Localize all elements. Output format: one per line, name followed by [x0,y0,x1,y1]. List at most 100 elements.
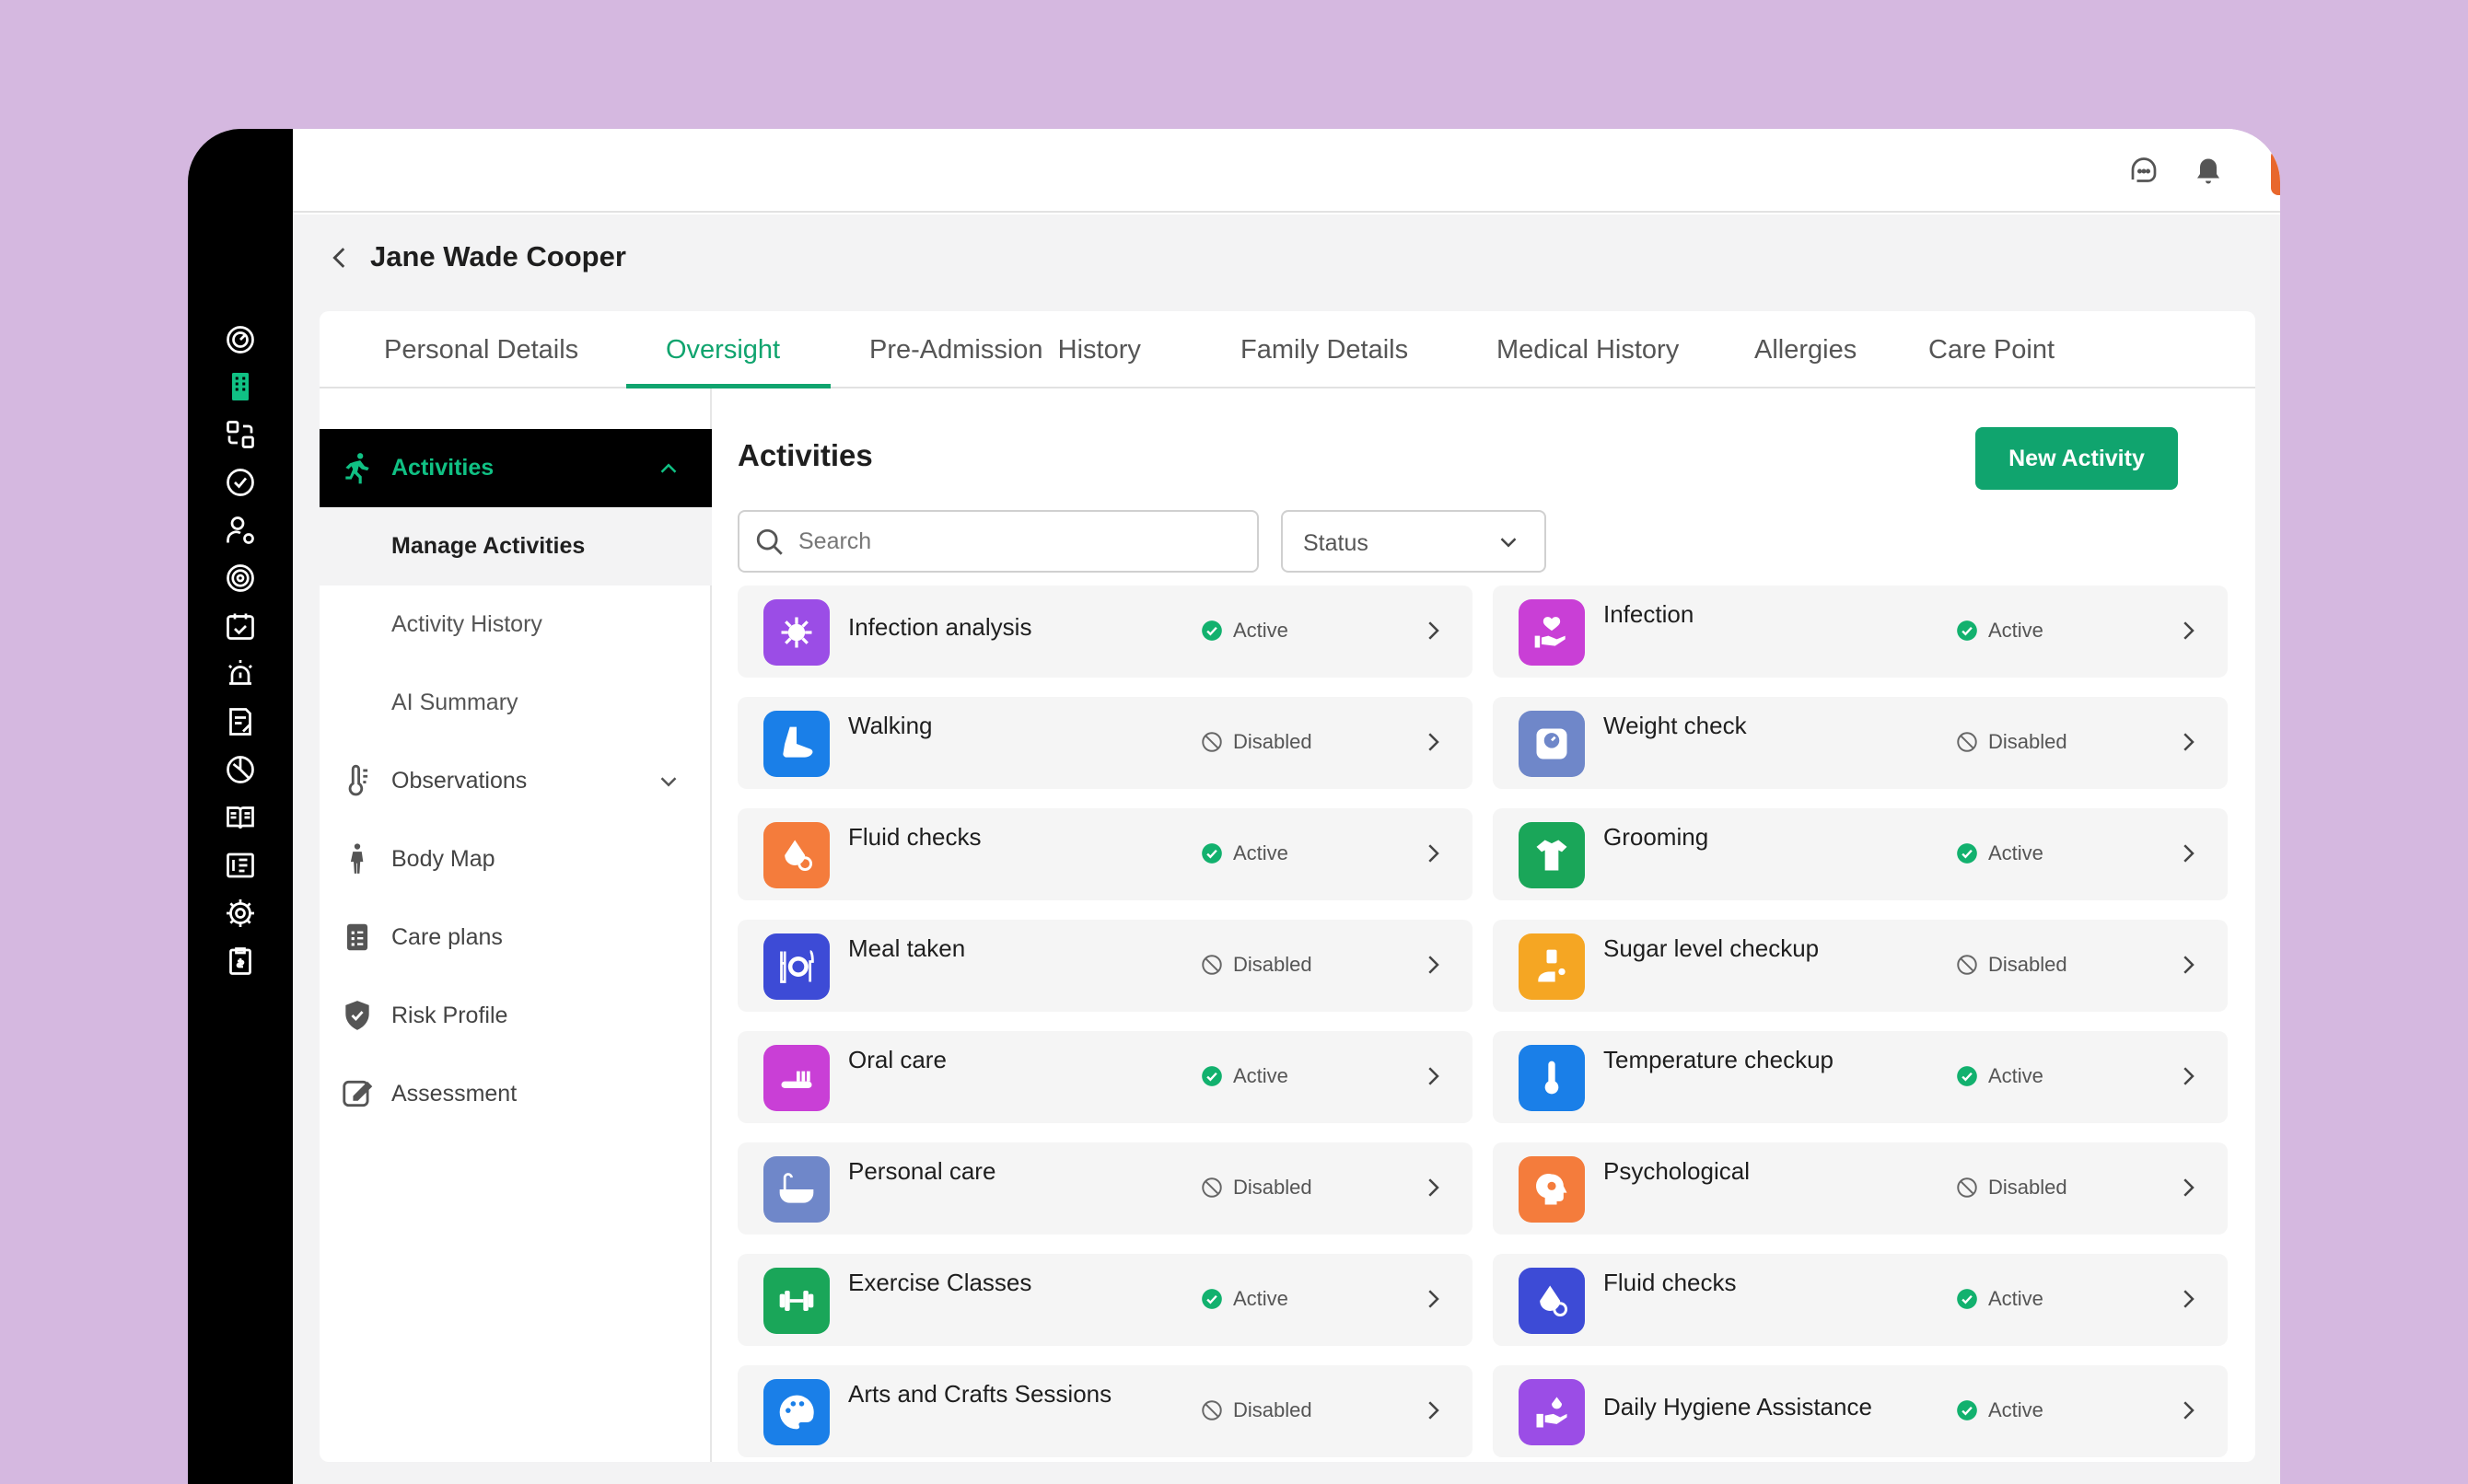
bell-icon[interactable] [2188,151,2229,191]
activity-card[interactable]: Exercise Classes Active [738,1254,1473,1346]
tab-allergies[interactable]: Allergies [1754,311,1857,388]
activity-card[interactable]: Personal care Disabled [738,1142,1473,1235]
chevron-down-icon[interactable] [655,768,682,795]
running-icon [345,453,369,484]
activity-card[interactable]: Sugar level checkup Disabled [1493,920,2228,1012]
activity-icon-tile [1519,599,1585,666]
subnav-item-label: Risk Profile [391,1003,508,1028]
activity-card[interactable]: Meal taken Disabled [738,920,1473,1012]
building-icon[interactable] [188,359,293,414]
chevron-right-icon[interactable] [1419,840,1447,867]
chevron-right-icon[interactable] [2174,840,2202,867]
transfer-icon[interactable] [188,407,293,462]
status-text: Active [1988,1064,2043,1087]
subnav-activities[interactable]: Activities [320,429,712,507]
new-activity-button[interactable]: New Activity [1975,427,2178,490]
palette-icon [779,1395,814,1430]
chevron-down-icon [1500,538,1517,548]
check-circle-icon[interactable] [188,455,293,510]
user-settings-icon[interactable] [188,503,293,558]
tab-personal-details[interactable]: Personal Details [384,311,578,388]
body-icon [350,843,364,874]
ban-icon [1957,732,1977,752]
search-input[interactable] [798,521,1240,562]
activity-card[interactable]: Infection analysis Active [738,585,1473,678]
notes-icon[interactable] [188,694,293,749]
chevron-right-icon[interactable] [1419,1174,1447,1201]
chevron-right-icon[interactable] [2174,1174,2202,1201]
activity-name: Fluid checks [848,823,982,851]
plate-icon [780,950,814,983]
status-badge: Active [1200,1064,1288,1088]
tab-oversight[interactable]: Oversight [666,311,780,388]
book-icon[interactable] [188,790,293,845]
activity-card[interactable]: Fluid checks Active [1493,1254,2228,1346]
chevron-right-icon[interactable] [1419,1285,1447,1313]
subnav-observations[interactable]: Observations [320,742,712,820]
subnav-item-label: Body Map [391,846,495,872]
activity-name: Weight check [1603,712,1747,739]
chevron-right-icon[interactable] [2174,1285,2202,1313]
activity-card[interactable]: Grooming Active [1493,808,2228,900]
shield-icon [345,1001,369,1030]
chevron-right-icon[interactable] [1419,951,1447,979]
ban-icon [1202,732,1222,752]
activity-icon-tile [763,1156,830,1223]
foot-icon [783,726,813,758]
tab-medical-history[interactable]: Medical History [1496,311,1679,388]
chevron-right-icon[interactable] [2174,1397,2202,1424]
chat-icon[interactable] [2124,151,2164,191]
subnav-ai-summary[interactable]: AI Summary [320,664,712,742]
activity-icon-tile [763,1379,830,1445]
subnav-manage-activities[interactable]: Manage Activities [320,507,712,585]
activity-card[interactable]: Weight check Disabled [1493,697,2228,789]
alarm-icon[interactable] [188,646,293,701]
chevron-right-icon[interactable] [1419,728,1447,756]
activity-card[interactable]: Fluid checks Active [738,808,1473,900]
gear-icon[interactable] [188,886,293,941]
chevron-right-icon[interactable] [2174,951,2202,979]
subnav-activity-history[interactable]: Activity History [320,585,712,664]
activity-card[interactable]: Psychological Disabled [1493,1142,2228,1235]
tab-family-details[interactable]: Family Details [1240,311,1408,388]
calendar-check-icon[interactable] [188,598,293,654]
subnav-body-map[interactable]: Body Map [320,820,712,899]
status-badge: Disabled [1955,1176,2067,1200]
chevron-right-icon[interactable] [2174,617,2202,644]
edit-icon [343,1080,373,1107]
subnav-item-label: Assessment [391,1081,518,1107]
chevron-up-icon[interactable] [655,455,682,482]
avatar[interactable]: WJ [2271,149,2280,195]
subnav-item-label: Care plans [391,924,503,950]
back-arrow-icon[interactable] [324,242,355,273]
activity-icon-tile [1519,933,1585,1000]
activity-card[interactable]: Oral care Active [738,1031,1473,1123]
subnav-assessment[interactable]: Assessment [320,1055,712,1133]
activity-card[interactable]: Temperature checkup Active [1493,1031,2228,1123]
tab-pre-admission-history[interactable]: Pre-Admission History [869,311,1141,388]
activity-card[interactable]: Daily Hygiene Assistance Active [1493,1365,2228,1457]
activity-card[interactable]: Arts and Crafts Sessions Disabled [738,1365,1473,1457]
chevron-right-icon[interactable] [2174,1062,2202,1090]
chevron-right-icon[interactable] [1419,1397,1447,1424]
billing-icon[interactable] [188,933,293,989]
check-circle-icon [1202,843,1222,864]
chevron-right-icon[interactable] [1419,617,1447,644]
search-box[interactable] [738,510,1259,573]
chevron-right-icon[interactable] [1419,1062,1447,1090]
chart-icon[interactable] [188,742,293,797]
tab-care-point[interactable]: Care Point [1928,311,2055,388]
chevron-right-icon[interactable] [2174,728,2202,756]
status-dropdown[interactable]: Status [1281,510,1546,573]
drop-icon [785,840,813,872]
status-text: Disabled [1988,1176,2067,1199]
activity-card[interactable]: Walking Disabled [738,697,1473,789]
activity-card[interactable]: Infection Active [1493,585,2228,678]
subnav-risk-profile[interactable]: Risk Profile [320,977,712,1055]
subnav-care-plans[interactable]: Care plans [320,899,712,977]
activity-name: Infection [1603,600,1694,628]
target-icon[interactable] [188,551,293,606]
board-icon[interactable] [188,838,293,893]
toothbrush-icon [781,1071,812,1088]
activity-name: Temperature checkup [1603,1046,1834,1073]
